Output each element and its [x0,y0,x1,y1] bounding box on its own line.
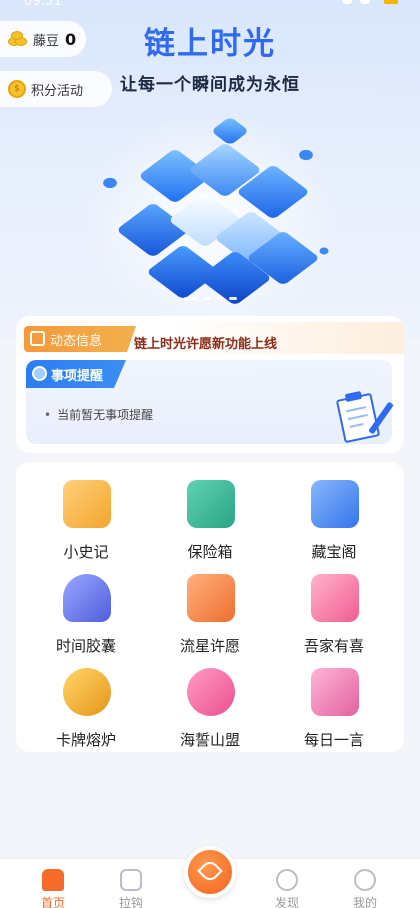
feature-item[interactable]: 藏宝阁 [274,468,394,561]
locked-hearts-icon [187,668,235,716]
feature-item[interactable]: 每日一言 [274,656,394,749]
cauldron-icon [63,668,111,716]
cube [296,147,316,163]
status-time: 09:51 [24,0,62,9]
home-icon [42,869,64,891]
calendar-icon [30,331,45,346]
carousel-dot [215,297,224,300]
tab-label: 发现 [274,896,299,908]
notice-text: 链上时光许愿新功能上线 [134,337,278,352]
lotus-icon [197,858,223,884]
battery-icon [384,0,398,4]
user-icon [354,869,376,891]
feature-label: 小史记 [63,543,109,561]
feature-item[interactable]: 卡牌熔炉 [26,656,146,749]
cubes-illustration[interactable] [100,116,331,315]
tab-profile[interactable]: 我的 [330,863,400,908]
carousel-dot [202,297,211,300]
feature-label: 海誓山盟 [179,731,240,749]
reminder-icon [32,366,47,381]
reminder-tag: 事项提醒 [26,360,126,388]
document-icon [311,668,359,716]
status-bar: 09:51 [0,0,420,10]
gauge-icon [63,574,111,622]
feature-label: 卡牌熔炉 [55,731,116,749]
heart-envelope-icon [311,574,359,622]
notice-tag: 动态信息 [24,326,136,352]
signal-icon [360,0,370,4]
pencil-note-icon [63,480,111,528]
feature-item[interactable]: 小史记 [26,468,146,561]
safe-icon [187,480,235,528]
feature-item[interactable]: 时间胶囊 [26,562,146,655]
tab-home[interactable]: 首页 [18,863,88,908]
feature-label: 吾家有喜 [303,637,364,655]
feature-label: 流星许愿 [179,637,240,655]
feature-label: 藏宝阁 [311,543,357,561]
feature-item[interactable]: 海誓山盟 [150,656,270,749]
status-icons [338,0,398,6]
tab-discover[interactable]: 发现 [252,863,322,908]
center-action-button[interactable] [184,846,236,898]
planet-icon [276,869,298,891]
tab-label: 我的 [352,896,377,908]
cube [317,246,331,256]
feature-label: 每日一言 [303,731,364,749]
carousel-indicator [0,297,420,300]
feature-item[interactable]: 流星许愿 [150,562,270,655]
cube [100,175,120,191]
app-title: 链上时光 [144,26,276,62]
carousel-dot [228,297,237,300]
notice-row[interactable]: 动态信息 链上时光许愿新功能上线 [16,322,404,354]
shooting-star-icon [187,574,235,622]
tab-label: 首页 [40,896,65,908]
pinky-promise-icon [120,869,142,891]
app-subtitle: 让每一个瞬间成为永恒 [120,75,300,95]
tab-label: 拉钩 [118,896,143,908]
feature-label: 保险箱 [187,543,233,561]
carousel-dot [183,297,198,300]
tab-pinky-promise[interactable]: 拉钩 [96,863,166,908]
feature-label: 时间胶囊 [55,637,116,655]
wifi-icon [342,0,352,4]
feature-item[interactable]: 吾家有喜 [274,562,394,655]
notice-tag-label: 动态信息 [50,333,103,349]
clipboard-icon [335,390,394,444]
reminder-box[interactable]: 事项提醒 当前暂无事项提醒 [26,360,394,444]
features-grid: 小史记 保险箱 藏宝阁 时间胶囊 流星许愿 吾家有喜 卡牌熔炉 海誓山盟 每日一… [16,462,404,752]
feature-item[interactable]: 保险箱 [150,468,270,561]
notice-card: 动态信息 链上时光许愿新功能上线 事项提醒 当前暂无事项提醒 [16,316,404,453]
reminder-tag-label: 事项提醒 [51,368,104,384]
reminder-empty-text: 当前暂无事项提醒 [44,406,153,423]
tray-icon [311,480,359,528]
